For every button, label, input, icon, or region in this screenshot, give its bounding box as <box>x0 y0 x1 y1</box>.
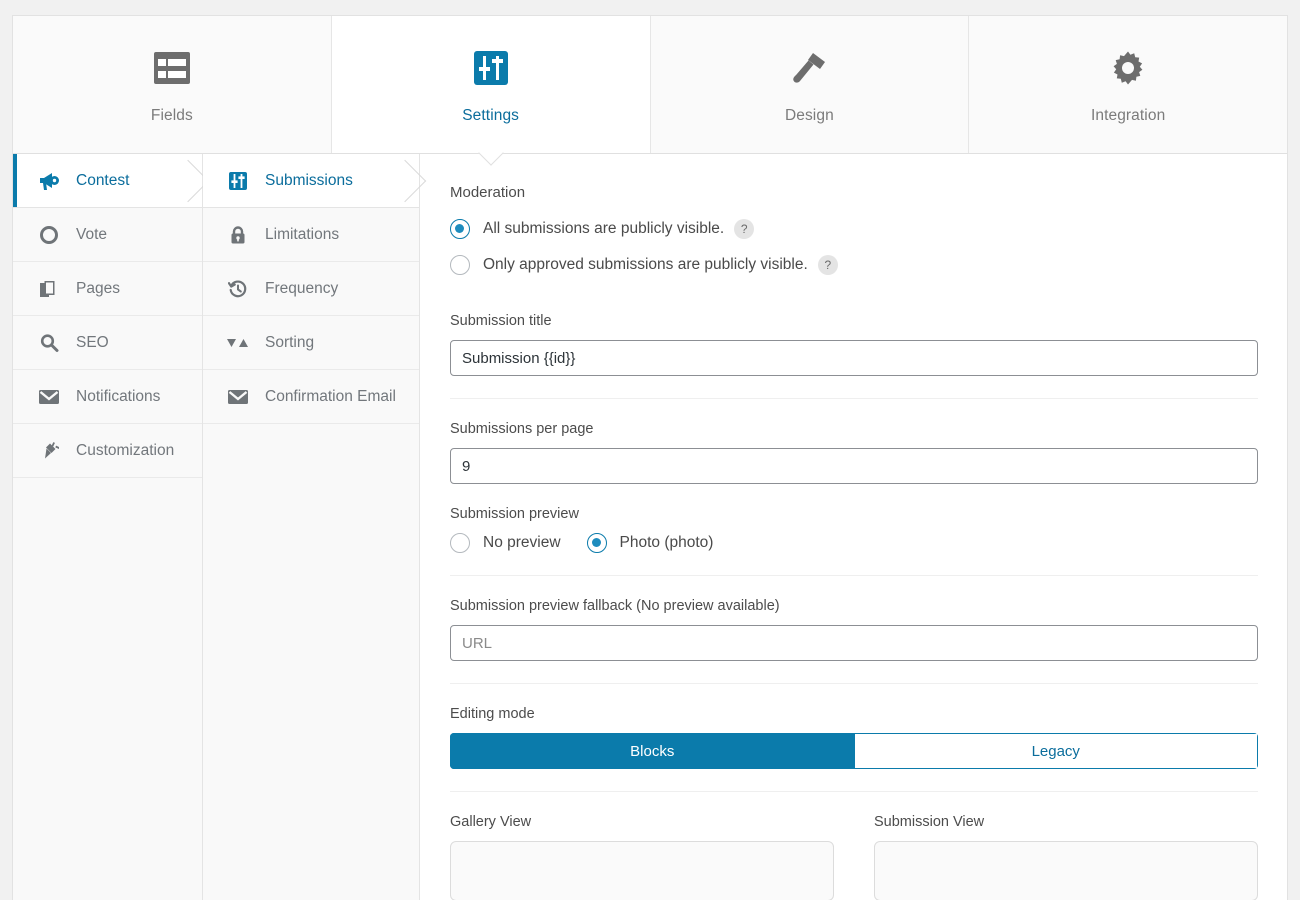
editing-mode-field: Editing mode Blocks Legacy <box>450 684 1267 792</box>
circle-icon <box>36 225 62 245</box>
preview-option-none-label: No preview <box>483 534 561 551</box>
tab-fields[interactable]: Fields <box>13 16 332 153</box>
magnifier-icon <box>36 333 62 353</box>
help-icon[interactable]: ? <box>734 219 755 239</box>
editing-mode-label: Editing mode <box>450 706 535 722</box>
paintbrush-icon <box>790 45 828 91</box>
submission-view-label: Submission View <box>874 814 985 830</box>
lock-icon <box>225 225 251 245</box>
gear-icon <box>1110 45 1146 91</box>
editing-mode-legacy-button[interactable]: Legacy <box>854 733 1258 769</box>
gallery-view-label: Gallery View <box>450 814 532 830</box>
tab-settings[interactable]: Settings <box>331 16 651 166</box>
subnav-item-sorting[interactable]: Sorting <box>203 316 419 370</box>
radio-approved-submissions[interactable] <box>450 255 470 275</box>
sidebar-item-customization[interactable]: Customization <box>13 424 202 478</box>
subnav-item-frequency[interactable]: Frequency <box>203 262 419 316</box>
moderation-option-all[interactable]: All submissions are publicly visible. ? <box>450 219 1267 239</box>
editing-mode-toggle: Blocks Legacy <box>450 733 1258 769</box>
tab-design-label: Design <box>784 106 834 124</box>
megaphone-icon <box>36 171 62 191</box>
tab-design[interactable]: Design <box>650 16 970 153</box>
settings-subnav: Submissions Limitations Frequency Sortin… <box>203 154 427 900</box>
views-row: Gallery View Submission View <box>450 792 1267 900</box>
tab-settings-label: Settings <box>462 106 520 124</box>
main-tab-bar: Fields Settings Design Integration <box>13 16 1287 166</box>
sidebar-item-pages[interactable]: Pages <box>13 262 202 316</box>
moderation-option-approved[interactable]: Only approved submissions are publicly v… <box>450 255 1267 275</box>
settings-body: Contest Vote Pages SEO Notifications Cus… <box>13 154 1287 900</box>
preview-fallback-label: Submission preview fallback (No preview … <box>450 598 780 614</box>
submission-title-input[interactable]: Submission {{id}} <box>450 340 1258 376</box>
submission-preview-field: Submission preview No preview Photo (pho… <box>450 484 1267 576</box>
gallery-view-box[interactable] <box>450 841 834 900</box>
subnav-item-submissions[interactable]: Submissions <box>203 154 427 208</box>
preview-option-photo[interactable]: Photo (photo) <box>586 533 714 553</box>
submission-preview-radios: No preview Photo (photo) <box>450 533 1267 553</box>
editing-mode-blocks-button[interactable]: Blocks <box>450 733 855 769</box>
preview-option-photo-label: Photo (photo) <box>619 534 714 551</box>
plug-icon <box>36 441 62 461</box>
submissions-per-page-field: Submissions per page 9 <box>450 399 1267 484</box>
subnav-item-label: Frequency <box>265 279 339 297</box>
tab-fields-label: Fields <box>150 106 193 124</box>
sidebar-item-label: Vote <box>76 225 108 243</box>
submission-preview-label: Submission preview <box>450 506 579 522</box>
submission-view-column: Submission View <box>874 814 1258 900</box>
clock-history-icon <box>225 279 251 299</box>
moderation-label: Moderation <box>450 184 526 201</box>
subnav-item-limitations[interactable]: Limitations <box>203 208 419 262</box>
subnav-item-label: Limitations <box>265 225 340 243</box>
preview-fallback-input[interactable]: URL <box>450 625 1258 661</box>
sidebar-item-label: SEO <box>76 333 109 351</box>
radio-no-preview[interactable] <box>450 533 470 553</box>
sidebar-item-vote[interactable]: Vote <box>13 208 202 262</box>
sidebar-item-label: Notifications <box>76 387 161 405</box>
settings-panel: Moderation All submissions are publicly … <box>420 154 1287 900</box>
sidebar-item-label: Contest <box>76 171 130 189</box>
form-builder-window: Fields Settings Design Integration Conte… <box>12 15 1288 900</box>
submission-title-field: Submission title Submission {{id}} <box>450 291 1267 399</box>
pages-icon <box>36 279 62 299</box>
preview-fallback-field: Submission preview fallback (No preview … <box>450 576 1267 684</box>
envelope-icon <box>36 388 62 406</box>
tab-integration[interactable]: Integration <box>969 16 1287 153</box>
subnav-item-confirmation-email[interactable]: Confirmation Email <box>203 370 419 424</box>
sidebar-item-seo[interactable]: SEO <box>13 316 202 370</box>
help-icon[interactable]: ? <box>817 255 838 275</box>
sliders-icon <box>225 171 251 191</box>
subnav-item-label: Submissions <box>265 171 353 189</box>
submission-title-label: Submission title <box>450 313 552 329</box>
sidebar-item-label: Pages <box>76 279 120 297</box>
subnav-item-label: Sorting <box>265 333 315 351</box>
settings-sidebar: Contest Vote Pages SEO Notifications Cus… <box>13 154 210 900</box>
sidebar-item-contest[interactable]: Contest <box>13 154 210 208</box>
moderation-option-all-label: All submissions are publicly visible. <box>483 220 725 237</box>
sliders-icon <box>473 45 508 91</box>
preview-option-none[interactable]: No preview <box>450 533 561 553</box>
sort-arrows-icon <box>225 336 251 350</box>
radio-all-submissions[interactable] <box>450 219 470 239</box>
moderation-option-approved-label: Only approved submissions are publicly v… <box>483 256 808 273</box>
tab-integration-label: Integration <box>1090 106 1166 124</box>
submissions-per-page-label: Submissions per page <box>450 421 594 437</box>
subnav-item-label: Confirmation Email <box>265 387 396 405</box>
form-list-icon <box>153 45 190 91</box>
active-pointer-chevron <box>383 159 427 203</box>
submissions-per-page-input[interactable]: 9 <box>450 448 1258 484</box>
sidebar-item-label: Customization <box>76 441 175 459</box>
gallery-view-column: Gallery View <box>450 814 834 900</box>
sidebar-item-notifications[interactable]: Notifications <box>13 370 202 424</box>
submission-view-box[interactable] <box>874 841 1258 900</box>
radio-photo-preview[interactable] <box>586 533 607 553</box>
envelope-icon <box>225 388 251 406</box>
